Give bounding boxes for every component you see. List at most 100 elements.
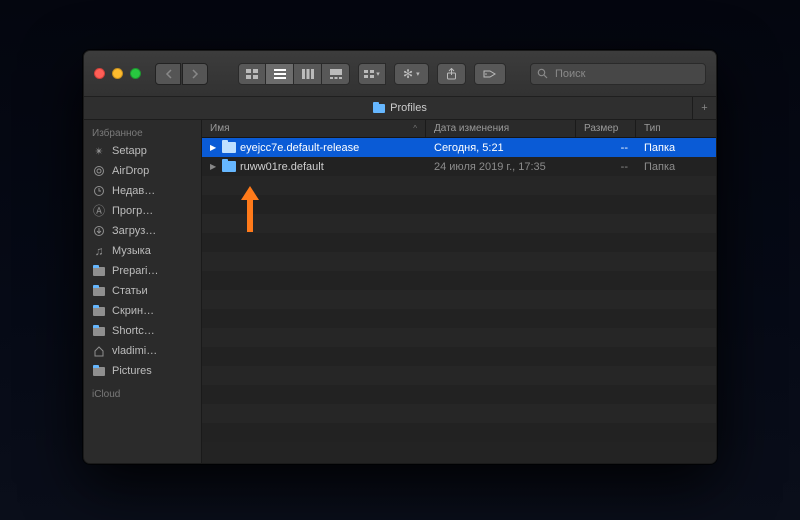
file-size: -- [576,161,636,173]
arrange-button[interactable]: ▾ [358,63,386,85]
empty-row [202,328,716,347]
home-icon [92,345,106,357]
sidebar-item[interactable]: Загруз… [84,221,201,241]
file-kind: Папка [636,142,716,154]
folder-icon [92,287,106,296]
view-list-button[interactable] [266,63,294,85]
view-mode-group [238,63,350,85]
view-column-button[interactable] [294,63,322,85]
sidebar-item-label: Статьи [112,285,148,297]
folder-icon [92,267,106,276]
zoom-window-button[interactable] [130,68,141,79]
window-controls [94,68,141,79]
file-row[interactable]: ▶ eyejcc7e.default-release Сегодня, 5:21--… [202,138,716,157]
sidebar-item[interactable]: Ⓐ Прогр… [84,201,201,221]
file-date: Сегодня, 5:21 [426,142,576,154]
file-row[interactable]: ▶ ruww01re.default 24 июля 2019 г., 17:35-… [202,157,716,176]
view-gallery-button[interactable] [322,63,350,85]
folder-icon [92,367,106,376]
close-window-button[interactable] [94,68,105,79]
sidebar-item-label: vladimi… [112,345,157,357]
sidebar-item[interactable]: Pictures [84,361,201,381]
apps-icon: Ⓐ [92,205,106,217]
sidebar-item-label: Прогр… [112,205,153,217]
new-tab-button[interactable]: + [692,97,716,119]
file-date: 24 июля 2019 г., 17:35 [426,161,576,173]
sidebar-item[interactable]: vladimi… [84,341,201,361]
sidebar-item-label: AirDrop [112,165,149,177]
sidebar-item[interactable]: Shortc… [84,321,201,341]
empty-row [202,214,716,233]
grid-icon [246,69,258,79]
file-size: -- [576,142,636,154]
sidebar-item[interactable]: ✴Setapp [84,141,201,161]
tab-bar: Profiles + [84,97,716,120]
gear-icon: ✻ [403,67,413,81]
disclosure-triangle-icon[interactable]: ▶ [210,162,218,171]
tag-icon [483,69,497,79]
empty-row [202,271,716,290]
disclosure-triangle-icon[interactable]: ▶ [210,143,218,152]
chevron-down-icon: ▾ [416,70,420,78]
view-icon-button[interactable] [238,63,266,85]
sidebar-section-favorites: Избранное [84,124,201,141]
sidebar-item[interactable]: AirDrop [84,161,201,181]
folder-icon [222,142,236,153]
share-button[interactable] [437,63,466,85]
folder-icon [222,161,236,172]
sidebar-item[interactable]: Prepari… [84,261,201,281]
empty-row [202,309,716,328]
file-list: Имя ^ Дата изменения Размер Тип ▶ eyejcc7… [202,120,716,463]
share-icon [446,68,457,80]
search-field[interactable] [530,63,706,85]
column-headers: Имя ^ Дата изменения Размер Тип [202,120,716,138]
arrange-icon [364,69,376,79]
folder-icon [373,104,385,113]
empty-row [202,404,716,423]
column-header-date[interactable]: Дата изменения [426,120,576,137]
current-tab[interactable]: Profiles [373,102,427,114]
search-icon [537,68,548,79]
empty-row [202,366,716,385]
download-icon [92,225,106,237]
back-button[interactable] [155,63,181,85]
sidebar-item[interactable]: Статьи [84,281,201,301]
column-header-kind[interactable]: Тип [636,120,716,137]
empty-row [202,233,716,252]
sidebar-item-label: Prepari… [112,265,158,277]
sidebar-item[interactable]: Скрин… [84,301,201,321]
tags-button[interactable] [474,63,506,85]
empty-row [202,290,716,309]
tab-title: Profiles [390,102,427,114]
empty-row [202,176,716,195]
sidebar-item[interactable]: ♫Музыка [84,241,201,261]
gallery-icon [330,69,342,79]
sidebar-item-label: Setapp [112,145,147,157]
file-kind: Папка [636,161,716,173]
chevron-right-icon [192,69,199,79]
recents-icon [92,185,106,197]
sidebar: Избранное ✴Setapp AirDrop Недав… Ⓐ Прогр… Заг… [84,120,202,463]
empty-row [202,347,716,366]
chevron-down-icon: ▾ [376,70,380,78]
file-name: ruww01re.default [240,161,324,173]
chevron-left-icon [165,69,172,79]
column-header-size[interactable]: Размер [576,120,636,137]
column-header-name[interactable]: Имя ^ [202,120,426,137]
arrange-group: ▾ [358,63,386,85]
action-menu-button[interactable]: ✻ ▾ [394,63,429,85]
plus-icon: + [701,102,707,114]
titlebar: ▾ ✻ ▾ [84,51,716,97]
sidebar-item-label: Загруз… [112,225,156,237]
forward-button[interactable] [182,63,208,85]
folder-icon [92,327,106,336]
search-input[interactable] [553,67,699,81]
columns-icon [302,69,314,79]
sidebar-item-label: Недав… [112,185,155,197]
minimize-window-button[interactable] [112,68,123,79]
empty-row [202,423,716,442]
file-name: eyejcc7e.default-release [240,142,359,154]
sidebar-item-label: Pictures [112,365,152,377]
sidebar-item[interactable]: Недав… [84,181,201,201]
nav-back-forward [155,63,208,85]
